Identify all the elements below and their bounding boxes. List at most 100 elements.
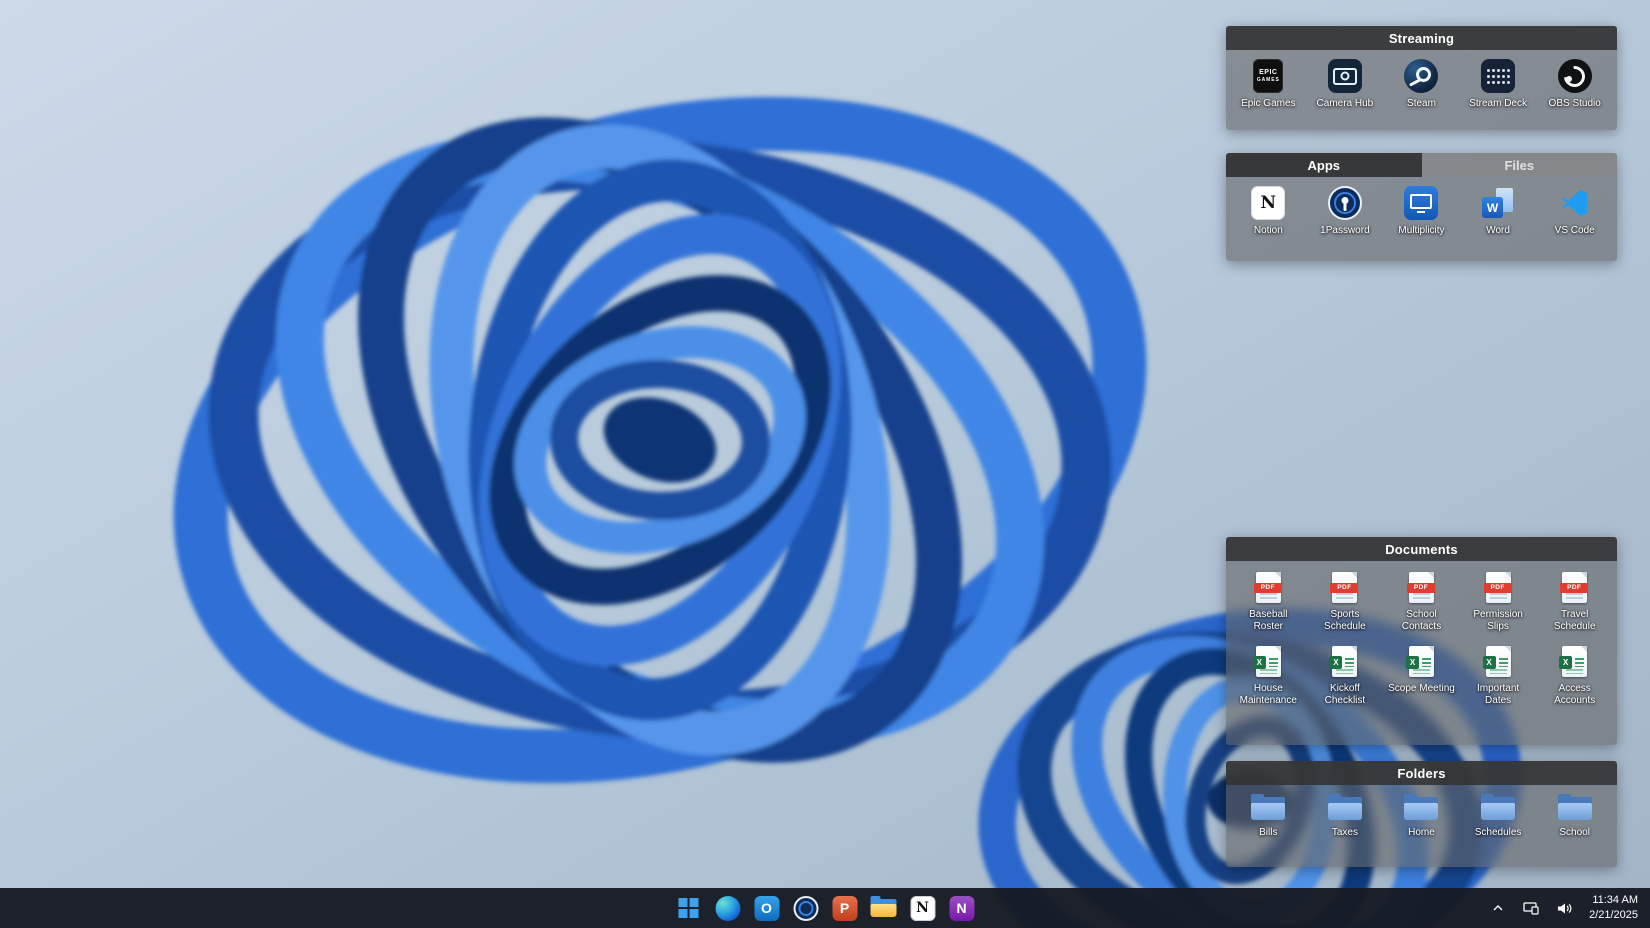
icon-label: Notion xyxy=(1254,225,1283,237)
desktop-icon-camera-hub[interactable]: Camera Hub xyxy=(1307,58,1384,110)
pdf-file-icon: PDF xyxy=(1409,572,1434,603)
taskbar-center-icons: O P N N xyxy=(674,888,977,928)
epic-games-icon: EPIC GAMES xyxy=(1253,59,1283,93)
tray-volume-button[interactable] xyxy=(1554,894,1574,922)
desktop-icon-1password[interactable]: 1Password xyxy=(1307,185,1384,237)
outlook-icon: O xyxy=(754,896,779,921)
taskbar: O P N N xyxy=(0,888,1650,928)
desktop-icon-access-accounts[interactable]: X Access Accounts xyxy=(1536,643,1613,707)
folder-icon xyxy=(1325,793,1365,823)
chevron-up-icon xyxy=(1492,904,1504,912)
clock-time: 11:34 AM xyxy=(1592,893,1638,908)
desktop-icon-folder-taxes[interactable]: Taxes xyxy=(1307,793,1384,839)
desktop-icon-steam[interactable]: Steam xyxy=(1383,58,1460,110)
taskbar-item-1password[interactable] xyxy=(791,893,821,923)
excel-file-icon: X xyxy=(1409,646,1434,677)
pdf-file-icon: PDF xyxy=(1332,572,1357,603)
icon-label: Steam xyxy=(1407,98,1436,110)
icon-label: Access Accounts xyxy=(1540,683,1610,707)
folder-icon xyxy=(1555,793,1595,823)
icon-label: Home xyxy=(1408,827,1435,839)
desktop-icon-vs-code[interactable]: VS Code xyxy=(1536,185,1613,237)
cast-screen-icon xyxy=(1523,902,1539,915)
icon-label: Sports Schedule xyxy=(1310,609,1380,633)
stream-deck-icon xyxy=(1481,59,1515,93)
desktop-icon-stream-deck[interactable]: Stream Deck xyxy=(1460,58,1537,110)
icon-label: Multiplicity xyxy=(1398,225,1444,237)
fence-panel-documents: Documents PDF Baseball Roster PDF Sports… xyxy=(1226,537,1617,745)
hidden-icons-chevron[interactable] xyxy=(1488,894,1508,922)
taskbar-item-notion[interactable]: N xyxy=(908,893,938,923)
desktop-icon-travel-schedule[interactable]: PDF Travel Schedule xyxy=(1536,569,1613,633)
streaming-icon-row: EPIC GAMES Epic Games Camera Hub Steam xyxy=(1226,50,1617,120)
tab-apps[interactable]: Apps xyxy=(1226,153,1422,177)
panel-title-streaming: Streaming xyxy=(1226,26,1617,50)
desktop-icon-multiplicity[interactable]: Multiplicity xyxy=(1383,185,1460,237)
1password-icon xyxy=(1328,186,1362,220)
taskbar-item-edge[interactable] xyxy=(713,893,743,923)
system-tray: 11:34 AM 2/21/2025 xyxy=(1488,888,1640,928)
desktop-icon-scope-meeting[interactable]: X Scope Meeting xyxy=(1383,643,1460,707)
taskbar-item-outlook[interactable]: O xyxy=(752,893,782,923)
icon-label: Baseball Roster xyxy=(1233,609,1303,633)
desktop-icon-sports-schedule[interactable]: PDF Sports Schedule xyxy=(1307,569,1384,633)
documents-pdf-row: PDF Baseball Roster PDF Sports Schedule … xyxy=(1226,561,1617,635)
desktop-icon-baseball-roster[interactable]: PDF Baseball Roster xyxy=(1230,569,1307,633)
steam-icon xyxy=(1404,59,1438,93)
desktop-icon-folder-school[interactable]: School xyxy=(1536,793,1613,839)
icon-label: 1Password xyxy=(1320,225,1369,237)
apps-files-tabstrip: Apps Files xyxy=(1226,153,1617,177)
icon-label: Important Dates xyxy=(1463,683,1533,707)
word-icon: W xyxy=(1480,188,1516,218)
taskbar-clock[interactable]: 11:34 AM 2/21/2025 xyxy=(1587,893,1640,923)
fence-panel-streaming: Streaming EPIC GAMES Epic Games Camera H… xyxy=(1226,26,1617,130)
icon-label: Scope Meeting xyxy=(1388,683,1455,695)
tray-cast-button[interactable] xyxy=(1521,894,1541,922)
excel-file-icon: X xyxy=(1562,646,1587,677)
tab-files[interactable]: Files xyxy=(1422,153,1618,177)
desktop-icon-permission-slips[interactable]: PDF Permission Slips xyxy=(1460,569,1537,633)
taskbar-item-powerpoint[interactable]: P xyxy=(830,893,860,923)
pdf-file-icon: PDF xyxy=(1486,572,1511,603)
icon-label: VS Code xyxy=(1555,225,1595,237)
desktop-icon-notion[interactable]: N Notion xyxy=(1230,185,1307,237)
panel-title-folders: Folders xyxy=(1226,761,1617,785)
desktop-icon-house-maintenance[interactable]: X House Maintenance xyxy=(1230,643,1307,707)
obs-studio-icon xyxy=(1558,59,1592,93)
excel-file-icon: X xyxy=(1332,646,1357,677)
icon-label: Word xyxy=(1486,225,1510,237)
desktop-icon-folder-home[interactable]: Home xyxy=(1383,793,1460,839)
icon-label: Permission Slips xyxy=(1463,609,1533,633)
fence-panel-apps-files: Apps Files N Notion 1Password Multipl xyxy=(1226,153,1617,261)
desktop-icon-word[interactable]: W Word xyxy=(1460,185,1537,237)
icon-label: School Contacts xyxy=(1386,609,1456,633)
icon-label: Travel Schedule xyxy=(1540,609,1610,633)
excel-file-icon: X xyxy=(1486,646,1511,677)
pdf-file-icon: PDF xyxy=(1256,572,1281,603)
desktop-icon-important-dates[interactable]: X Important Dates xyxy=(1460,643,1537,707)
icon-label: Camera Hub xyxy=(1317,98,1374,110)
icon-label: Schedules xyxy=(1475,827,1522,839)
desktop-icon-folder-bills[interactable]: Bills xyxy=(1230,793,1307,839)
icon-label: House Maintenance xyxy=(1233,683,1303,707)
desktop: Streaming EPIC GAMES Epic Games Camera H… xyxy=(0,0,1650,928)
camera-hub-icon xyxy=(1328,59,1362,93)
desktop-icon-kickoff-checklist[interactable]: X Kickoff Checklist xyxy=(1307,643,1384,707)
windows-logo-icon xyxy=(679,898,699,918)
1password-icon xyxy=(793,896,818,921)
desktop-icon-school-contacts[interactable]: PDF School Contacts xyxy=(1383,569,1460,633)
vs-code-icon xyxy=(1557,185,1593,221)
folder-icon xyxy=(1478,793,1518,823)
icon-label: Bills xyxy=(1259,827,1277,839)
powerpoint-icon: P xyxy=(832,896,857,921)
start-button[interactable] xyxy=(674,893,704,923)
taskbar-item-onenote[interactable]: N xyxy=(947,893,977,923)
desktop-icon-epic-games[interactable]: EPIC GAMES Epic Games xyxy=(1230,58,1307,110)
documents-excel-row: X House Maintenance X Kickoff Checklist xyxy=(1226,635,1617,717)
edge-icon xyxy=(715,896,740,921)
desktop-icon-folder-schedules[interactable]: Schedules xyxy=(1460,793,1537,839)
notion-icon: N xyxy=(910,896,935,921)
desktop-icon-obs-studio[interactable]: OBS Studio xyxy=(1536,58,1613,110)
taskbar-item-file-explorer[interactable] xyxy=(869,893,899,923)
folder-icon xyxy=(1401,793,1441,823)
